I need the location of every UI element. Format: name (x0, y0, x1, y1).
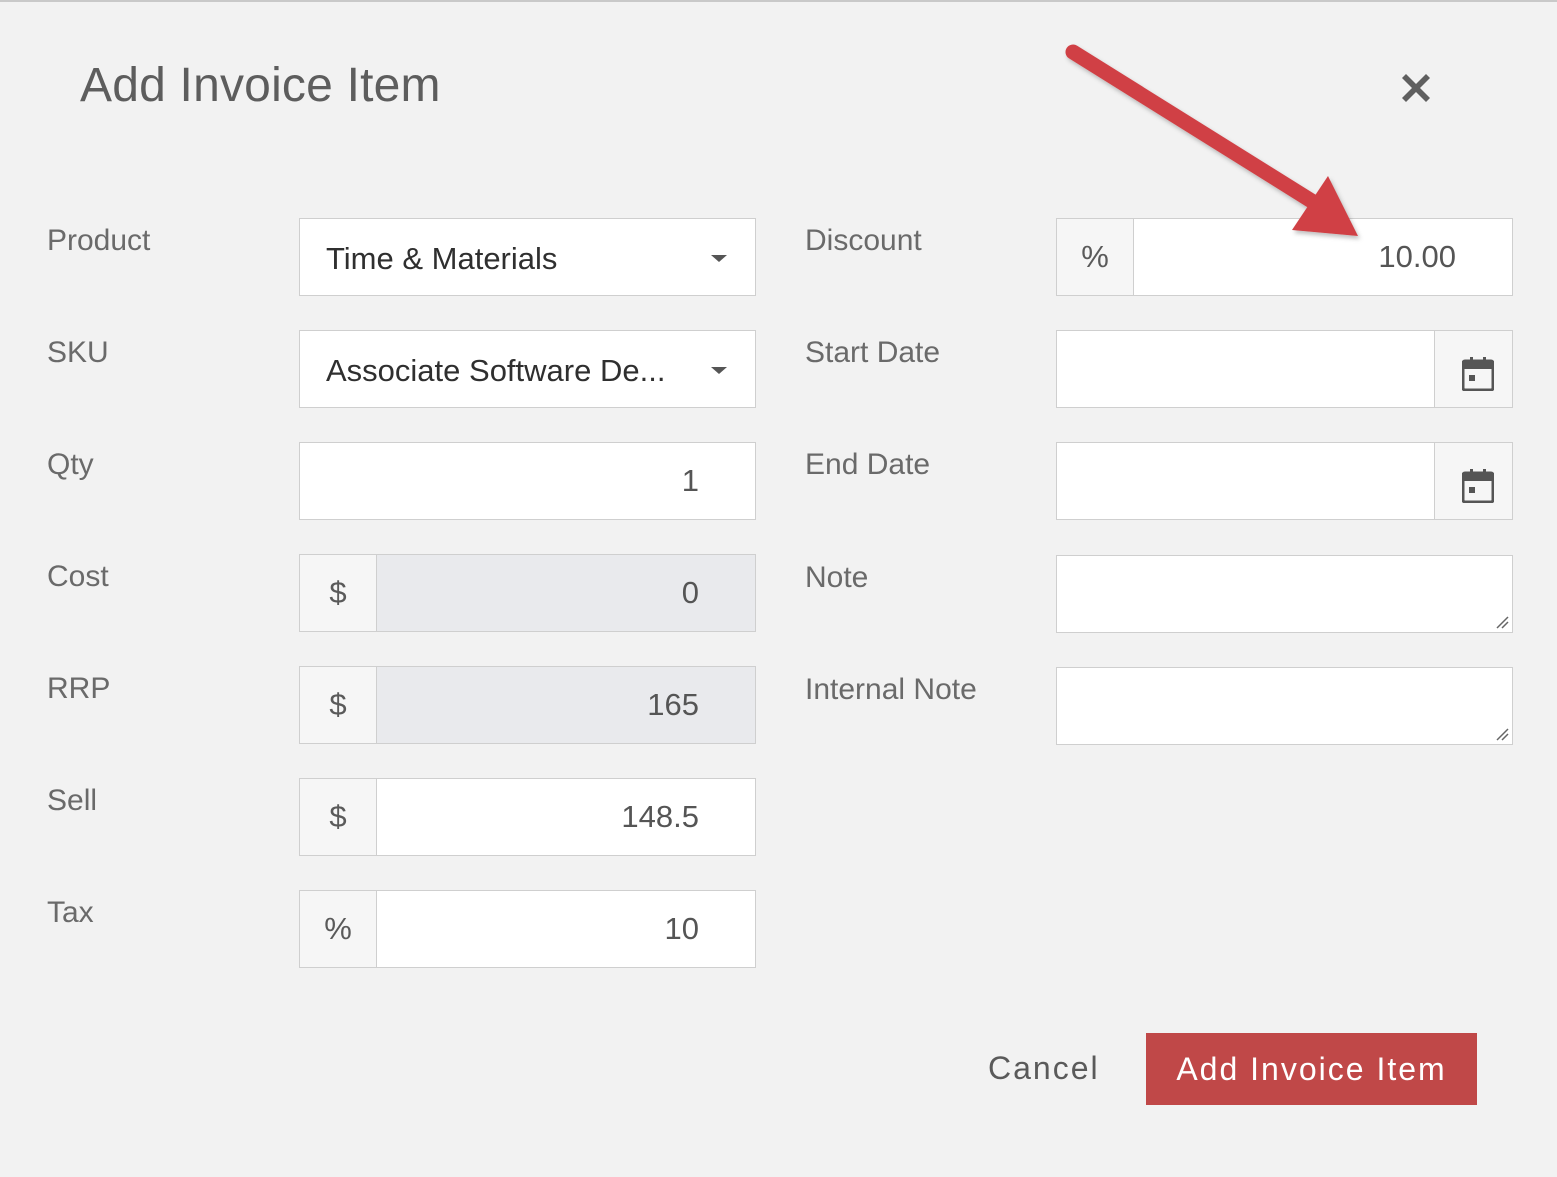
cost-input: 0 (377, 555, 755, 631)
cost-input-group: $ 0 (299, 554, 756, 632)
end-date-input[interactable] (1057, 443, 1434, 519)
sku-select[interactable]: Associate Software De... (299, 330, 756, 408)
product-select[interactable]: Time & Materials (299, 218, 756, 296)
resize-grip-icon[interactable] (1495, 727, 1509, 741)
percent-addon: % (300, 891, 377, 967)
cost-label: Cost (47, 560, 109, 593)
rrp-label: RRP (47, 672, 111, 705)
product-select-value: Time & Materials (326, 241, 558, 276)
dollar-addon: $ (300, 667, 377, 743)
discount-label: Discount (805, 224, 922, 257)
tax-input-group: % 10 (299, 890, 756, 968)
note-label: Note (805, 561, 869, 594)
sku-select-value: Associate Software De... (326, 353, 666, 388)
discount-input-group: % 10.00 (1056, 218, 1513, 296)
note-textarea-value (1057, 556, 1512, 632)
add-invoice-item-button[interactable]: Add Invoice Item (1146, 1033, 1477, 1105)
sell-input-group: $ 148.5 (299, 778, 756, 856)
start-date-input[interactable] (1057, 331, 1434, 407)
chevron-down-icon (711, 367, 727, 374)
end-date-group (1056, 442, 1513, 520)
rrp-input-group: $ 165 (299, 666, 756, 744)
sell-label: Sell (47, 784, 98, 817)
close-icon[interactable] (1394, 66, 1438, 110)
chevron-down-icon (711, 255, 727, 262)
tax-input[interactable]: 10 (377, 891, 755, 967)
calendar-icon (1462, 357, 1494, 391)
internal-note-textarea[interactable] (1056, 667, 1513, 745)
qty-input-value: 1 (681, 463, 699, 498)
rrp-input: 165 (377, 667, 755, 743)
product-label: Product (47, 224, 151, 257)
internal-note-textarea-value (1057, 668, 1512, 744)
cancel-button[interactable]: Cancel (988, 1050, 1100, 1087)
dialog-title: Add Invoice Item (80, 59, 441, 112)
discount-input[interactable]: 10.00 (1134, 219, 1512, 295)
note-textarea[interactable] (1056, 555, 1513, 633)
sku-label: SKU (47, 336, 109, 369)
internal-note-label: Internal Note (805, 673, 977, 706)
dollar-addon: $ (300, 779, 377, 855)
resize-grip-icon[interactable] (1495, 615, 1509, 629)
qty-input[interactable]: 1 (299, 442, 756, 520)
qty-label: Qty (47, 448, 94, 481)
end-date-label: End Date (805, 448, 931, 481)
dollar-addon: $ (300, 555, 377, 631)
tax-label: Tax (47, 896, 94, 929)
percent-addon: % (1057, 219, 1134, 295)
start-date-group (1056, 330, 1513, 408)
end-date-picker-button[interactable] (1434, 443, 1512, 519)
calendar-icon (1462, 469, 1494, 503)
sell-input[interactable]: 148.5 (377, 779, 755, 855)
start-date-picker-button[interactable] (1434, 331, 1512, 407)
top-border (0, 0, 1557, 2)
start-date-label: Start Date (805, 336, 941, 369)
